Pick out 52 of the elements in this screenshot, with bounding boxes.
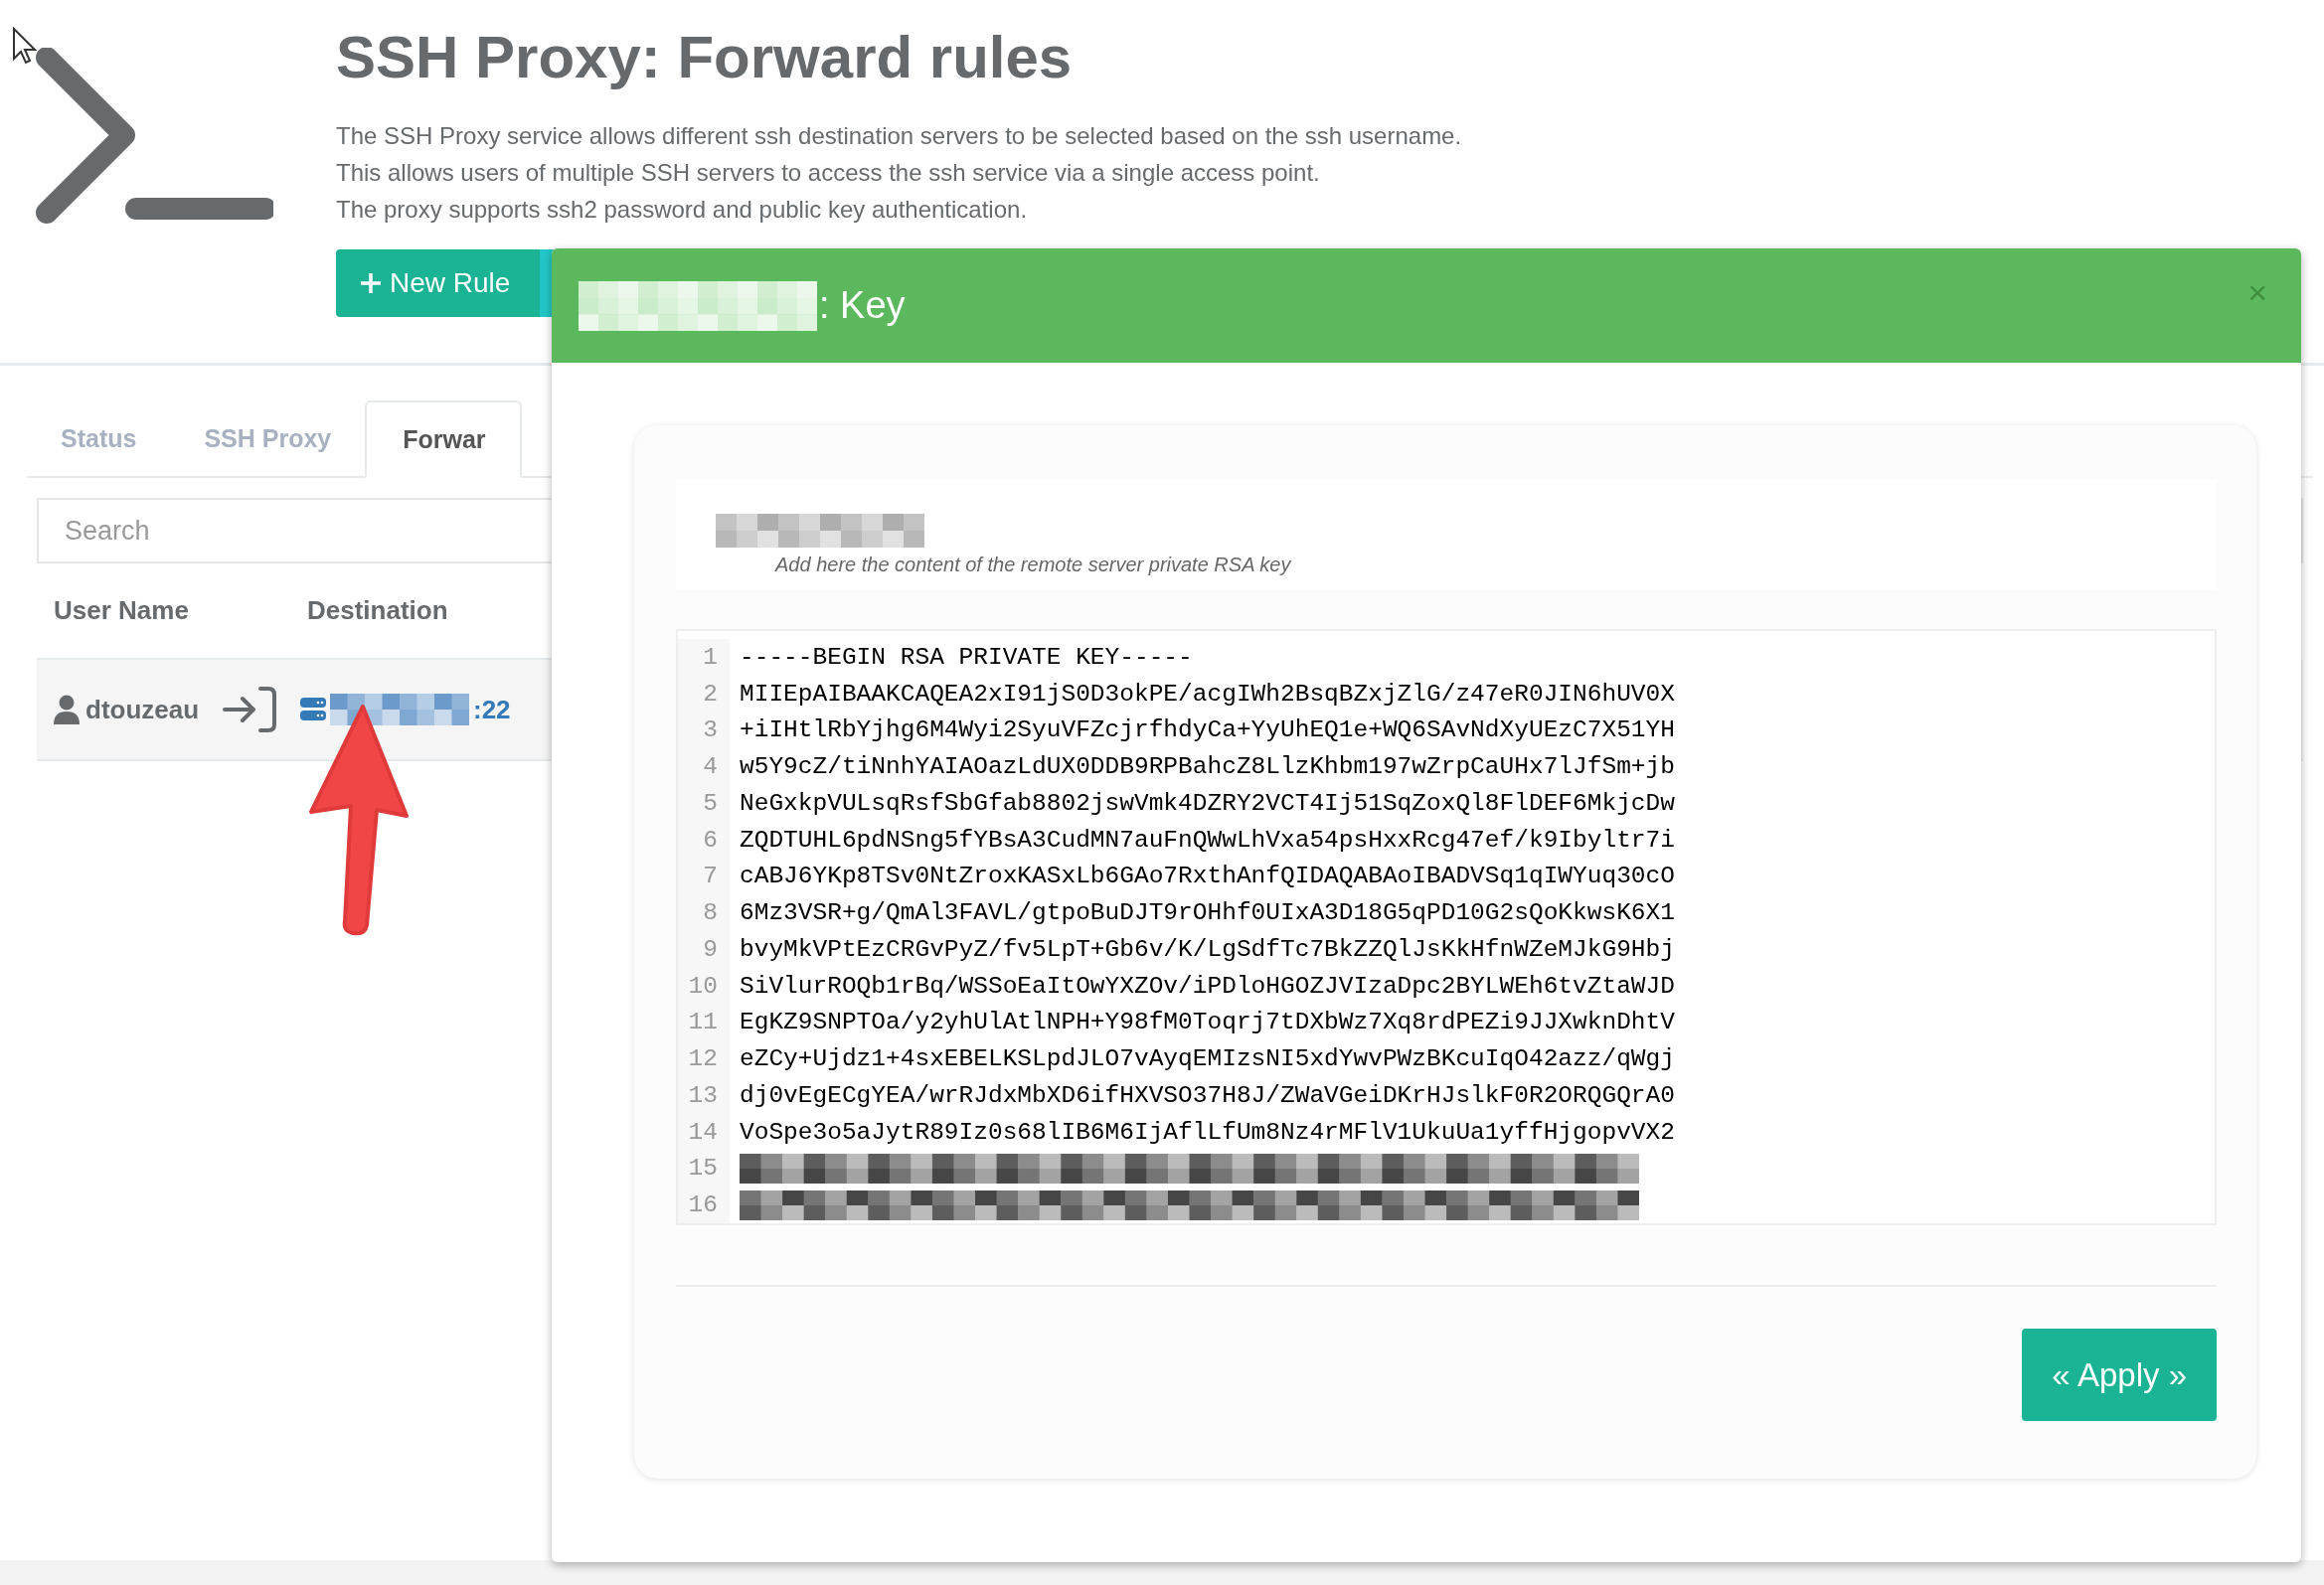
line-number: 2 [678, 675, 730, 713]
plus-icon [360, 272, 382, 294]
description-text: The SSH Proxy service allows different ssh destination servers to be selected based on the ssh username. [336, 121, 1462, 151]
code-line: w5Y9cZ/tiNnhYAIAOazLdUX0DDB9RPBahcZ8LlzKhbm197wZrpCaUHx7lJfSm+jb [739, 753, 1675, 781]
destination-link[interactable]: :22 [473, 694, 511, 725]
line-number: 7 [678, 858, 730, 895]
mouse-pointer-icon [12, 27, 38, 65]
code-line: -----BEGIN RSA PRIVATE KEY----- [739, 643, 1193, 671]
line-number: 6 [678, 821, 730, 859]
code-line: eZCy+Ujdz1+4sxEBELKSLpdJLO7vAyqEMIzsNI5xdYwvPWzBKcuIqO42azz/qWgj [739, 1045, 1675, 1073]
tab[interactable]: Forwar [365, 400, 522, 478]
code-line: dj0vEgECgYEA/wrRJdxMbXD6ifHXVSO37H8J/ZWaVGeiDKrHJslkF0R2ORQGQrA0 [739, 1081, 1675, 1109]
description-text: The proxy supports ssh2 password and public key authentication. [336, 195, 1029, 225]
column-header: User Name [53, 595, 190, 626]
code-line: bvyMkVPtEzCRGvPyZ/fv5LpT+Gb6v/K/LgSdfTc7BkZZQlJsKkHfnWZeMJkG9Hbj [739, 935, 1675, 963]
column-header: Destination [307, 595, 448, 626]
tab[interactable]: SSH Proxy [170, 400, 366, 476]
code-editor[interactable] [676, 629, 2217, 1225]
line-number: 1 [678, 639, 730, 676]
code-line: VoSpe3o5aJytR89Iz0s68lIB6M6IjAflLfUm8Nz4rMFlV1UkuUa1yffHjgopvVX2 [739, 1118, 1675, 1146]
code-line: NeGxkpVULsqRsfSbGfab8802jswVmk4DZRY2VCT4Ij51SqZoxQl8FlDEF6MkjcDw [739, 789, 1675, 817]
modal-title: : Key [819, 284, 906, 327]
line-number: 11 [678, 1004, 730, 1041]
server-icon [300, 697, 326, 722]
new-rule-button[interactable]: New Rule [336, 249, 541, 317]
line-number: 5 [678, 785, 730, 822]
page-title: SSH Proxy: Forward rules [336, 23, 1074, 92]
line-number: 16 [678, 1187, 730, 1223]
line-number: 14 [678, 1113, 730, 1151]
close-button[interactable]: × [2241, 272, 2273, 313]
code-line: cABJ6YKp8TSv0NtZroxKASxLb6GAo7RxthAnfQIDAQABAoIBADVSq1qIWYuq30cO [739, 863, 1675, 890]
user-name: dtouzeau [85, 694, 200, 725]
code-line: 6Mz3VSR+g/QmAl3FAVL/gtpoBuDJT9rOHhf0UIxA3D18G5qPD10G2sQoKkwsK6X1 [739, 899, 1675, 927]
code-line: ZQDTUHL6pdNSng5fYBsA3CudMN7auFnQWwLhVxa54psHxxRcg47ef/k9Ibyltr7i [739, 826, 1675, 854]
code-line: MIIEpAIBAAKCAQEA2xI91jS0D3okPE/acgIWh2BsqBZxjZlG/z47eR0JIN6hUV0X [739, 680, 1675, 708]
help-text: Add here the content of the remote server private RSA key [775, 554, 1293, 576]
sign-in-icon [223, 686, 276, 733]
description-text: This allows users of multiple SSH servers to access the ssh service via a single access point. [336, 158, 1321, 188]
line-number: 15 [678, 1150, 730, 1188]
line-number: 12 [678, 1040, 730, 1077]
line-number: 3 [678, 712, 730, 749]
apply-button[interactable]: « Apply » [2022, 1329, 2217, 1421]
code-line: SiVlurROQb1rBq/WSSoEaItOwYXZOv/iPDloHGOZJVIzaDpc2BYLWEh6tvZtaWJD [739, 972, 1675, 1000]
line-number: 13 [678, 1077, 730, 1114]
line-number: 8 [678, 894, 730, 931]
line-number: 9 [678, 931, 730, 968]
line-number: 10 [678, 967, 730, 1005]
code-line: +iIHtlRbYjhg6M4Wyi2SyuVFZcjrfhdyCa+YyUhEQ1e+WQ6SAvNdXyUEzC7X51YH [739, 716, 1675, 744]
line-number: 4 [678, 748, 730, 785]
user-icon [54, 695, 80, 724]
tab[interactable]: Status [27, 400, 171, 476]
code-line: EgKZ9SNPTOa/y2yhUlAtlNPH+Y98fM0Toqrj7tDXbWz7Xq8rdPEZi9JJXwknDhtV [739, 1009, 1675, 1036]
